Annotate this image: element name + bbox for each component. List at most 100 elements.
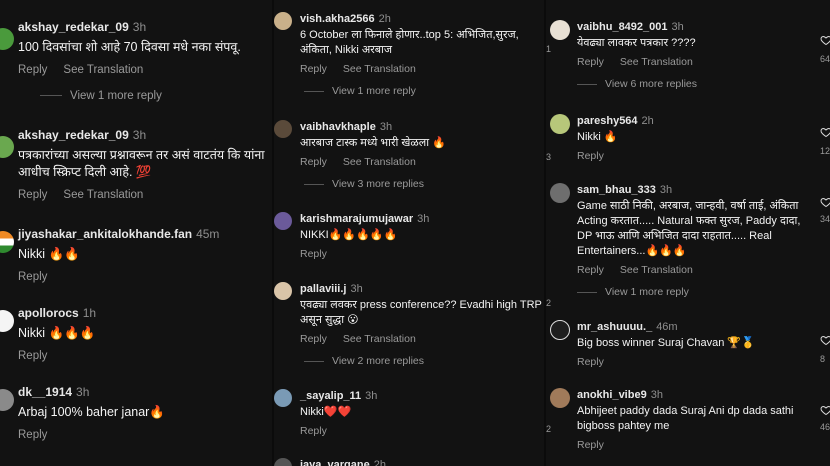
see-translation-button[interactable]: See Translation <box>343 156 416 168</box>
comment-username[interactable]: vish.akha2566 <box>300 13 375 25</box>
comment-text: NIKKI🔥🔥🔥🔥🔥 <box>300 229 398 241</box>
comment-item: mr_ashuuuu._ 46m Big boss winner Suraj Ch… <box>546 320 818 368</box>
comment-column-3: vaibhu_8492_001 3h येवढ्या लावकर पत्रकार … <box>546 0 818 466</box>
reply-button[interactable]: Reply <box>300 63 327 75</box>
heart-icon[interactable] <box>820 34 830 46</box>
comment-item: pareshy564 2h Nikki 🔥 Reply <box>546 114 818 162</box>
avatar[interactable] <box>550 388 570 408</box>
view-replies-button[interactable]: View 6 more replies <box>577 78 818 90</box>
comment-text: Arbaj 100% baher janar🔥 <box>18 405 165 419</box>
reply-button[interactable]: Reply <box>300 333 327 345</box>
reply-button[interactable]: Reply <box>577 56 604 68</box>
reply-button[interactable]: Reply <box>18 64 47 76</box>
comment-text: 100 दिवसांचा शो आहे 70 दिवसा मधे नका संप… <box>18 40 241 54</box>
like-count: 12 <box>820 146 830 156</box>
comment-time: 1h <box>82 306 97 320</box>
see-translation-button[interactable]: See Translation <box>63 189 143 201</box>
comment-username[interactable]: karishmarajumujawar <box>300 213 413 225</box>
comment-username[interactable]: mr_ashuuuu._ <box>577 321 652 333</box>
heart-icon[interactable] <box>820 334 830 346</box>
comment-text: एवढ्या लवकर press conference?? Evadhi hi… <box>300 299 542 326</box>
reply-button[interactable]: Reply <box>18 271 47 283</box>
comment-item: dk__1914 3h Arbaj 100% baher janar🔥 Reply <box>0 385 274 441</box>
see-translation-button[interactable]: See Translation <box>63 64 143 76</box>
comment-username[interactable]: akshay_redekar_09 <box>18 20 129 34</box>
see-translation-button[interactable]: See Translation <box>343 63 416 75</box>
reply-button[interactable]: Reply <box>18 189 47 201</box>
comment-time: 3h <box>350 283 363 295</box>
avatar[interactable] <box>550 20 570 40</box>
comment-text: Big boss winner Suraj Chavan 🏆🥇 <box>577 337 755 349</box>
comment-username[interactable]: akshay_redekar_09 <box>18 128 129 142</box>
avatar[interactable] <box>274 120 292 138</box>
view-replies-button[interactable]: View 3 more replies <box>304 178 544 190</box>
reply-button[interactable]: Reply <box>577 439 604 451</box>
reply-button[interactable]: Reply <box>577 150 604 162</box>
reply-button[interactable]: Reply <box>18 429 47 441</box>
avatar[interactable] <box>274 282 292 300</box>
avatar[interactable] <box>0 136 14 158</box>
see-translation-button[interactable]: See Translation <box>343 333 416 345</box>
avatar[interactable] <box>274 12 292 30</box>
comment-time: 3h <box>650 389 663 401</box>
comment-item: vish.akha2566 2h 6 October ला फिनाले होणा… <box>274 12 544 97</box>
view-replies-button[interactable]: View 2 more replies <box>304 355 544 367</box>
view-replies-button[interactable]: View 1 more reply <box>304 85 544 97</box>
reply-button[interactable]: Reply <box>577 356 604 368</box>
comment-time: 45m <box>196 227 220 241</box>
comment-username[interactable]: sam_bhau_333 <box>577 184 656 196</box>
comment-text: 6 October ला फिनाले होणार..top 5: अभिजित… <box>300 29 519 56</box>
see-translation-button[interactable]: See Translation <box>620 56 693 68</box>
comment-item: anokhi_vibe9 3h Abhijeet paddy dada Suraj… <box>546 388 818 451</box>
view-replies-button[interactable]: View 1 more reply <box>577 286 818 298</box>
comment-item: _sayalip_11 3h Nikki❤️❤️ Reply <box>274 389 544 437</box>
reply-button[interactable]: Reply <box>577 264 604 276</box>
like-count: 46 <box>820 422 830 432</box>
comment-username[interactable]: dk__1914 <box>18 385 72 399</box>
reply-button[interactable]: Reply <box>300 425 327 437</box>
comment-username[interactable]: vaibhu_8492_001 <box>577 21 668 33</box>
avatar[interactable] <box>0 28 14 50</box>
like-count: 2 <box>546 298 552 308</box>
see-translation-button[interactable]: See Translation <box>620 264 693 276</box>
view-replies-button[interactable]: View 1 more reply <box>40 90 274 102</box>
avatar[interactable] <box>0 310 14 332</box>
like-count: 34 <box>820 214 830 224</box>
comment-username[interactable]: pareshy564 <box>577 115 638 127</box>
comment-item: akshay_redekar_09 3h पत्रकारांच्या असल्या… <box>0 128 274 201</box>
comment-username[interactable]: jaya_vargane <box>300 459 370 466</box>
avatar[interactable] <box>550 114 570 134</box>
avatar[interactable] <box>0 389 14 411</box>
comment-item: jaya_vargane 2h <box>274 458 544 466</box>
avatar[interactable] <box>274 458 292 466</box>
avatar[interactable] <box>274 389 292 407</box>
heart-icon[interactable] <box>820 126 830 138</box>
comment-username[interactable]: pallaviii.j <box>300 283 346 295</box>
comment-username[interactable]: apollorocs <box>18 306 79 320</box>
comment-time: 2h <box>641 115 654 127</box>
avatar[interactable] <box>550 183 570 203</box>
like-column: 64 12 34 8 46 <box>818 0 830 466</box>
comment-username[interactable]: vaibhavkhaple <box>300 121 376 133</box>
comment-time: 3h <box>379 121 393 133</box>
avatar[interactable] <box>274 212 292 230</box>
comment-time: 3h <box>76 385 90 399</box>
like-count: 2 <box>546 424 552 434</box>
comment-time: 46m <box>656 321 678 333</box>
reply-button[interactable]: Reply <box>300 156 327 168</box>
comment-username[interactable]: _sayalip_11 <box>300 390 361 402</box>
comment-time: 3h <box>365 390 378 402</box>
comment-username[interactable]: jiyashakar_ankitalokhande.fan <box>18 227 192 241</box>
comment-text: आरबाज टास्क मध्ये भारी खेळला 🔥 <box>300 137 446 149</box>
heart-icon[interactable] <box>820 196 830 208</box>
heart-icon[interactable] <box>820 404 830 416</box>
avatar[interactable] <box>550 320 570 340</box>
avatar[interactable] <box>0 231 14 253</box>
comment-text: येवढ्या लावकर पत्रकार ???? <box>577 37 696 49</box>
comment-item: sam_bhau_333 3h Game साठी निकी, अरबाज, जा… <box>546 183 818 298</box>
comment-username[interactable]: anokhi_vibe9 <box>577 389 647 401</box>
reply-button[interactable]: Reply <box>18 350 47 362</box>
like-count: 1 <box>546 44 552 54</box>
comment-text: Nikki 🔥🔥 <box>18 247 80 261</box>
reply-button[interactable]: Reply <box>300 248 327 260</box>
